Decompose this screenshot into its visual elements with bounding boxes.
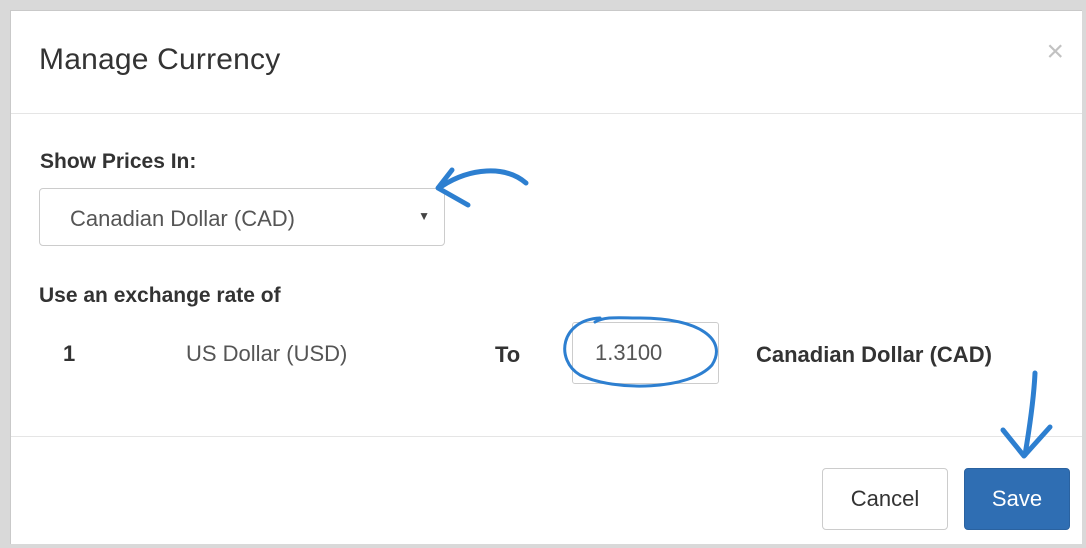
save-button[interactable]: Save [964, 468, 1070, 530]
exchange-rate-input[interactable] [572, 322, 719, 384]
modal-body: Show Prices In: Canadian Dollar (CAD) ▼ … [11, 114, 1082, 437]
rate-to-currency: Canadian Dollar (CAD) [756, 342, 992, 367]
chevron-down-icon: ▼ [418, 209, 430, 223]
rate-to-label: To [495, 342, 521, 367]
manage-currency-modal: Manage Currency × Show Prices In: Canadi… [10, 10, 1082, 544]
cancel-button[interactable]: Cancel [822, 468, 948, 530]
rate-base-amount: 1 [63, 341, 76, 366]
show-prices-label: Show Prices In: [40, 150, 197, 173]
close-icon[interactable]: × [1046, 37, 1064, 67]
rate-from-currency: US Dollar (USD) [186, 341, 348, 366]
currency-select-value: Canadian Dollar (CAD) [70, 206, 295, 231]
page: Manage Currency × Show Prices In: Canadi… [0, 0, 1086, 548]
currency-select[interactable]: Canadian Dollar (CAD) ▼ [39, 188, 445, 246]
exchange-rate-label: Use an exchange rate of [39, 284, 281, 307]
modal-header: Manage Currency × [11, 11, 1082, 114]
modal-footer: Cancel Save [11, 437, 1082, 545]
modal-title: Manage Currency [39, 43, 281, 76]
